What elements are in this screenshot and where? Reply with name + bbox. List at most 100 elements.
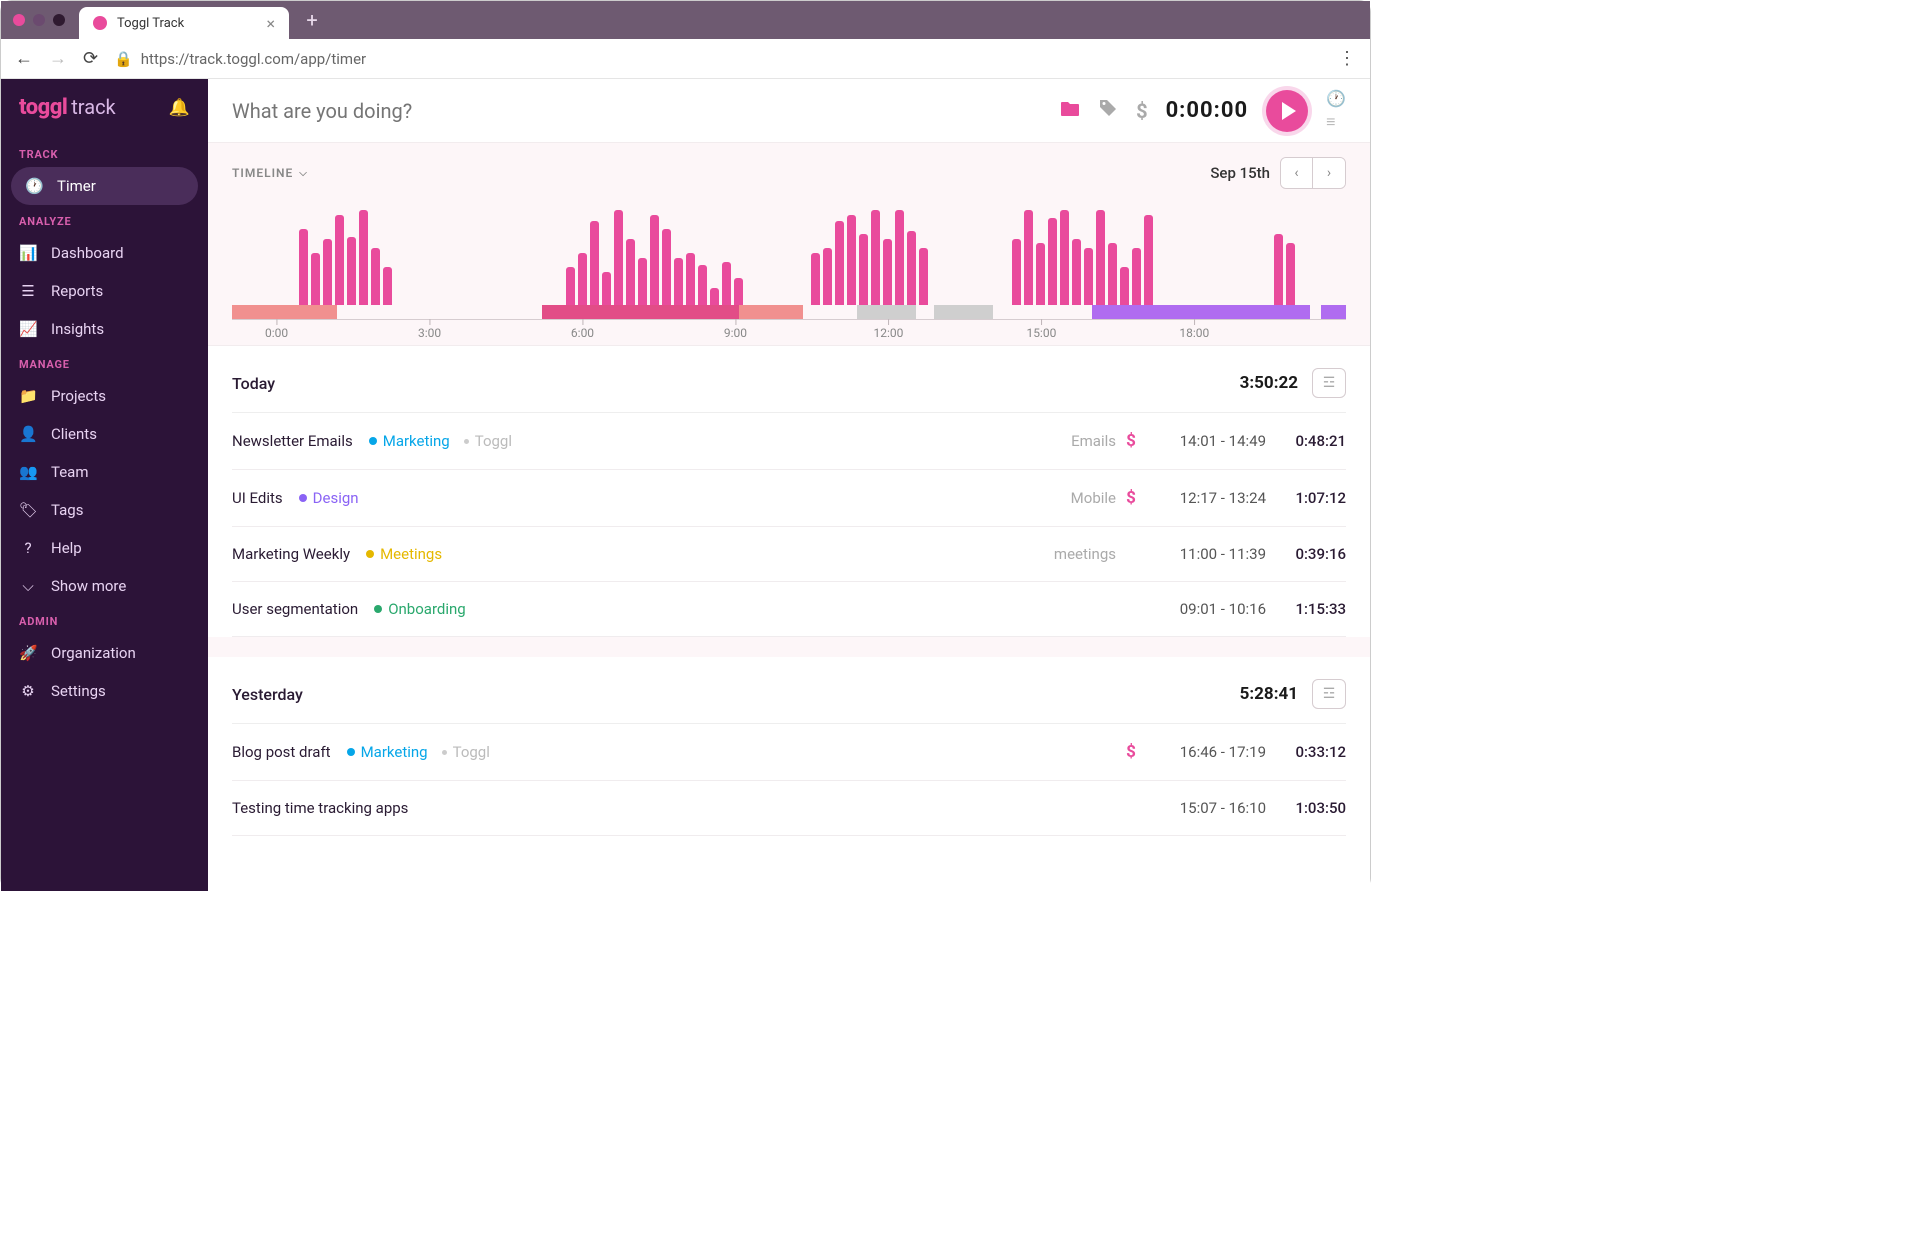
timeline-tick: 6:00 (571, 320, 594, 340)
bulk-edit-button[interactable]: ☲ (1312, 679, 1346, 709)
entry-project[interactable]: Marketing (347, 743, 428, 761)
rocket-icon: 🚀 (19, 644, 37, 662)
minimize-window-icon[interactable] (33, 14, 45, 26)
timer-description-input[interactable] (232, 99, 1042, 123)
timeline-bar (578, 253, 587, 305)
timeline-bar (383, 267, 392, 305)
entry-duration: 0:39:16 (1266, 545, 1346, 563)
entry-project[interactable]: Onboarding (374, 600, 466, 618)
entry-billable-icon[interactable]: $ (1116, 742, 1146, 762)
timer-mode-icon[interactable]: 🕐 (1326, 89, 1346, 108)
timeline-bar (1036, 243, 1045, 305)
track-segment[interactable] (857, 305, 916, 319)
entry-billable-icon[interactable]: $ (1116, 488, 1146, 508)
url-field[interactable]: 🔒 https://track.toggl.com/app/timer (114, 50, 366, 68)
gear-icon: ⚙ (19, 682, 37, 700)
close-tab-icon[interactable]: × (266, 14, 275, 33)
track-segment[interactable] (803, 305, 856, 319)
timeline-title[interactable]: TIMELINE ⌵ (232, 166, 308, 180)
entry-project[interactable]: Design (299, 489, 359, 507)
next-day-button[interactable]: › (1313, 158, 1345, 188)
browser-tab[interactable]: Toggl Track × (79, 7, 289, 39)
tab-title: Toggl Track (117, 16, 184, 31)
track-segment[interactable] (993, 305, 1092, 319)
back-icon[interactable]: ← (15, 48, 33, 69)
entry-time-range: 09:01 - 10:16 (1146, 600, 1266, 618)
notifications-icon[interactable]: 🔔 (169, 98, 190, 118)
sidebar-item-insights[interactable]: 📈Insights (1, 310, 208, 348)
track-segment[interactable] (1321, 305, 1346, 319)
time-entry[interactable]: UI EditsDesignMobile$12:17 - 13:241:07:1… (232, 470, 1346, 527)
prev-day-button[interactable]: ‹ (1281, 158, 1313, 188)
favicon-icon (93, 16, 107, 30)
track-segment[interactable] (934, 305, 993, 319)
lock-icon: 🔒 (114, 50, 133, 68)
track-segment[interactable] (739, 305, 804, 319)
sidebar-item-show-more[interactable]: ⌵Show more (1, 567, 208, 605)
date-nav: ‹ › (1280, 157, 1346, 189)
sidebar-item-reports[interactable]: ☰Reports (1, 272, 208, 310)
close-window-icon[interactable] (13, 14, 25, 26)
entry-project[interactable]: Meetings (366, 545, 442, 563)
sidebar-item-label: Organization (51, 644, 136, 662)
folder-icon[interactable] (1060, 99, 1080, 123)
bulk-edit-button[interactable]: ☲ (1312, 368, 1346, 398)
list-mode-icon[interactable]: ≡ (1326, 112, 1346, 132)
sidebar-item-projects[interactable]: 📁Projects (1, 377, 208, 415)
track-segment[interactable] (916, 305, 934, 319)
team-icon: 👥 (19, 463, 37, 481)
sidebar-item-dashboard[interactable]: 📊Dashboard (1, 234, 208, 272)
track-segment[interactable] (542, 305, 739, 319)
billable-icon[interactable]: $ (1136, 99, 1147, 123)
start-timer-button[interactable] (1266, 90, 1308, 132)
sidebar-section-label: ANALYZE (1, 205, 208, 234)
time-entry[interactable]: Testing time tracking apps15:07 - 16:101… (232, 781, 1346, 836)
entry-duration: 1:03:50 (1266, 799, 1346, 817)
tag-icon[interactable] (1098, 98, 1118, 123)
entry-project[interactable]: Marketing (369, 432, 450, 450)
reload-icon[interactable]: ⟳ (83, 48, 98, 69)
maximize-window-icon[interactable] (53, 14, 65, 26)
sidebar-item-organization[interactable]: 🚀 Organization (1, 634, 208, 672)
time-entry[interactable]: Blog post draftMarketingToggl$16:46 - 17… (232, 724, 1346, 781)
timeline-bar (919, 248, 928, 305)
timeline-bar (674, 258, 683, 306)
sidebar-item-help[interactable]: ?Help (1, 529, 208, 567)
sidebar-item-clients[interactable]: 👤Clients (1, 415, 208, 453)
sidebar-item-timer[interactable]: 🕐Timer (11, 167, 198, 205)
track-segment[interactable] (337, 305, 542, 319)
entry-billable-icon[interactable]: $ (1116, 431, 1146, 451)
entry-description: User segmentation (232, 600, 358, 618)
timeline-bar (1274, 234, 1283, 305)
sidebar-item-label: Team (51, 463, 89, 481)
track-segment[interactable] (232, 305, 337, 319)
time-entry[interactable]: Marketing WeeklyMeetingsmeetings11:00 - … (232, 527, 1346, 582)
timeline-bar (662, 229, 671, 305)
new-tab-button[interactable]: + (297, 5, 327, 35)
window-controls (13, 14, 65, 26)
browser-menu-icon[interactable]: ⋮ (1338, 48, 1356, 69)
sidebar-item-tags[interactable]: 🏷Tags (1, 491, 208, 529)
report-icon: ☰ (19, 282, 37, 300)
logo-brand: toggl (19, 95, 67, 120)
folder-icon: 📁 (19, 387, 37, 405)
toggl-logo[interactable]: toggl track (19, 95, 116, 120)
sidebar-section-label: TRACK (1, 138, 208, 167)
timeline-bar (895, 210, 904, 305)
sidebar-item-team[interactable]: 👥 Team (1, 453, 208, 491)
sidebar-item-label: Tags (51, 501, 83, 519)
timeline-ticks: 0:003:006:009:0012:0015:0018:00 (232, 319, 1346, 345)
day-total: 3:50:22 (1240, 373, 1298, 393)
time-entry[interactable]: User segmentation Onboarding 09:01 - 10:16… (232, 582, 1346, 637)
main-content: $ 0:00:00 🕐 ≡ TIMELINE ⌵ Sep 15th ‹ › (208, 79, 1370, 891)
track-segment[interactable] (1092, 305, 1310, 319)
browser-tab-bar: Toggl Track × + (1, 1, 1370, 39)
sidebar-section-label: MANAGE (1, 348, 208, 377)
chevron-down-icon: ⌵ (19, 577, 37, 595)
timeline-bar (1084, 248, 1093, 305)
timeline-date[interactable]: Sep 15th (1210, 164, 1270, 182)
track-segment[interactable] (1310, 305, 1321, 319)
time-entry[interactable]: Newsletter EmailsMarketingTogglEmails$14… (232, 413, 1346, 470)
forward-icon[interactable]: → (49, 48, 67, 69)
sidebar-item-settings[interactable]: ⚙Settings (1, 672, 208, 710)
